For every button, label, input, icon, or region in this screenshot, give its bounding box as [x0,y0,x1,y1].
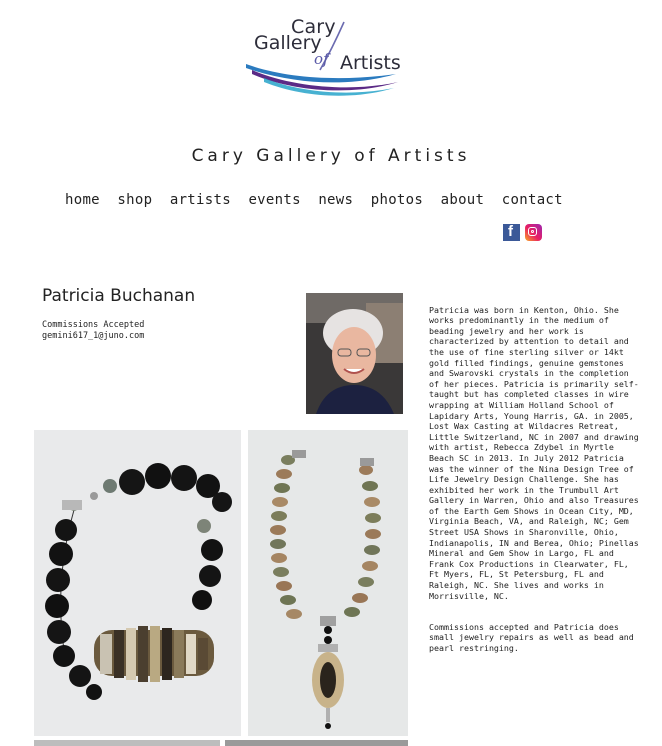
artist-portrait-image [306,293,403,414]
nav-news[interactable]: news [318,192,353,208]
logo-text-gallery: Gallery [254,32,322,54]
artist-name: Patricia Buchanan [42,286,196,306]
main-nav: home shop artists events news photos abo… [65,192,580,208]
necklace-photo-jasper-pendant[interactable] [248,430,408,736]
bio-paragraph-2: Commissions accepted and Patricia does s… [429,621,634,653]
nav-about[interactable]: about [441,192,485,208]
artist-email[interactable]: gemini617_1@juno.com [42,331,144,342]
nav-photos[interactable]: photos [371,192,423,208]
site-title: Cary Gallery of Artists [191,146,471,166]
logo-text-artists: Artists [340,52,401,74]
instagram-icon[interactable] [525,224,542,241]
commissions-label: Commissions Accepted [42,320,145,330]
nav-contact[interactable]: contact [502,192,563,208]
next-photo-strip-1 [34,740,220,746]
gallery-logo[interactable]: Cary Gallery of Artists [244,12,404,98]
logo-text-of: of [314,50,329,68]
nav-events[interactable]: events [248,192,300,208]
artist-bio: Patricia was born in Kenton, Ohio. She w… [429,294,639,674]
nav-artists[interactable]: artists [170,192,231,208]
facebook-icon[interactable]: f [503,223,520,241]
necklace-photo-black-beads[interactable] [34,430,241,736]
artist-contact: Commissions Accepted gemini617_1@juno.co… [42,320,144,342]
next-photo-strip-2 [225,740,408,746]
bio-paragraph-1: Patricia was born in Kenton, Ohio. She w… [429,304,639,601]
nav-home[interactable]: home [65,192,100,208]
nav-shop[interactable]: shop [117,192,152,208]
